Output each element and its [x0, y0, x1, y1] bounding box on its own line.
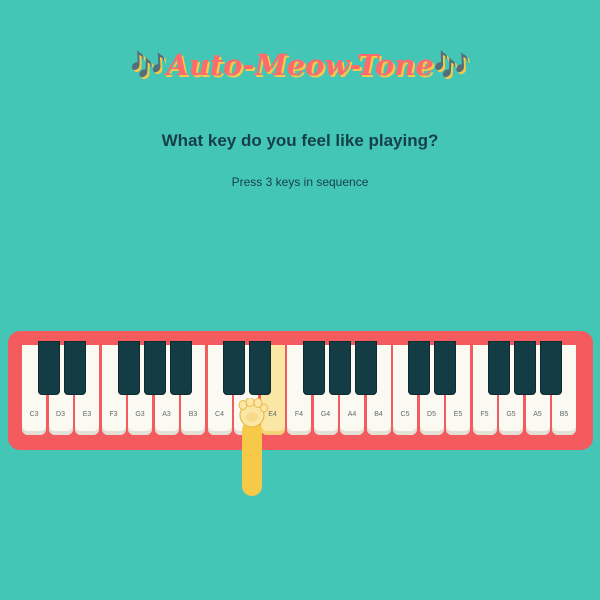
music-notes-icon: 🎶: [433, 48, 470, 82]
piano-key-d-sharp-4[interactable]: [249, 341, 271, 395]
piano-key-c-sharp-4[interactable]: [223, 341, 245, 395]
page: 🎶Auto-Meow-Tone🎶 What key do you feel li…: [0, 0, 600, 600]
key-label: B5: [559, 411, 569, 418]
piano-key-d-sharp-3[interactable]: [64, 341, 86, 395]
key-label: E3: [82, 411, 92, 418]
music-notes-icon: 🎶: [130, 48, 167, 82]
key-label: F3: [109, 411, 118, 418]
key-label: E5: [453, 411, 463, 418]
piano-key-c-sharp-3[interactable]: [38, 341, 60, 395]
key-label: G3: [135, 411, 145, 418]
key-label: F4: [294, 411, 304, 418]
key-label: G5: [506, 411, 516, 418]
key-label: F5: [480, 411, 489, 418]
key-label: A3: [162, 411, 171, 418]
key-label: C3: [29, 411, 39, 418]
piano-key-a-sharp-4[interactable]: [355, 341, 377, 395]
key-label: G4: [320, 411, 331, 418]
key-label: D3: [56, 411, 65, 418]
piano-key-c-sharp-5[interactable]: [408, 341, 430, 395]
key-label: C5: [400, 411, 410, 418]
key-label: D5: [427, 411, 436, 418]
key-label: A5: [533, 411, 542, 418]
key-label: B4: [374, 411, 383, 418]
piano-key-g-sharp-4[interactable]: [329, 341, 351, 395]
piano-key-g-sharp-5[interactable]: [514, 341, 536, 395]
piano-key-f-sharp-5[interactable]: [488, 341, 510, 395]
piano-key-a-sharp-5[interactable]: [540, 341, 562, 395]
cat-paw-icon: [238, 398, 268, 496]
key-label: A4: [347, 411, 357, 418]
piano-key-d-sharp-5[interactable]: [434, 341, 456, 395]
piano-keyboard: C3 D3 E3 F3 G3 A3 B3 C4 D4 E4 F4 G4 A4 B…: [22, 341, 578, 437]
piano-key-a-sharp-3[interactable]: [170, 341, 192, 395]
prompt-question: What key do you feel like playing?: [161, 131, 439, 150]
prompt-instruction: Press 3 keys in sequence: [231, 175, 369, 189]
app-title: 🎶Auto-Meow-Tone🎶: [0, 48, 600, 83]
piano-key-g-sharp-3[interactable]: [144, 341, 166, 395]
piano-key-f-sharp-4[interactable]: [303, 341, 325, 395]
key-label: C4: [215, 411, 224, 418]
piano-key-f-sharp-3[interactable]: [118, 341, 140, 395]
app-title-text: Auto-Meow-Tone: [166, 48, 434, 82]
key-label: B3: [188, 411, 198, 418]
